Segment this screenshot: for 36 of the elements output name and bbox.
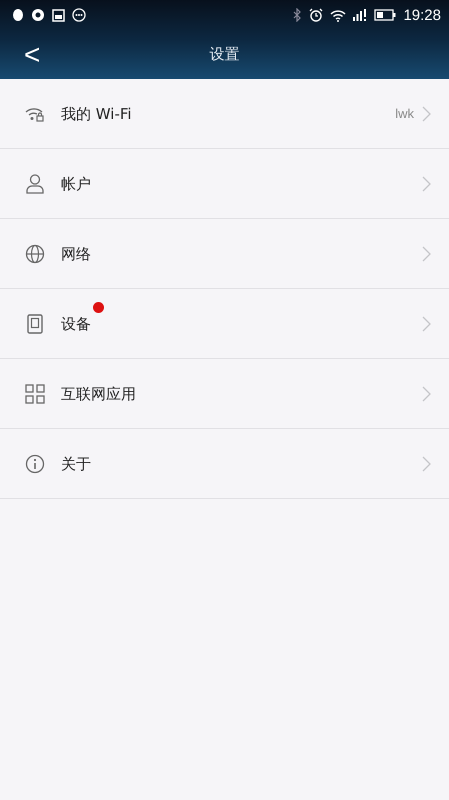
device-icon xyxy=(25,314,45,334)
status-time: 19:28 xyxy=(403,6,441,24)
chevron-icon xyxy=(422,386,431,402)
globe-icon xyxy=(25,244,45,264)
item-label: 互联网应用 xyxy=(61,384,136,402)
chevron-icon xyxy=(422,246,431,262)
page-title: 设置 xyxy=(210,45,240,64)
settings-item[interactable]: 帐户 xyxy=(0,149,449,219)
item-label: 我的 Wi-Fi xyxy=(61,104,132,122)
grid-icon xyxy=(25,384,45,404)
info-icon xyxy=(25,454,45,474)
image-icon xyxy=(52,8,65,22)
chevron-icon xyxy=(422,176,431,192)
item-label: 关于 xyxy=(61,454,91,472)
person-icon xyxy=(25,174,45,194)
settings-item[interactable]: 互联网应用 xyxy=(0,359,449,429)
battery-icon xyxy=(374,9,396,21)
chevron-icon xyxy=(422,106,431,122)
item-value: lwk xyxy=(395,106,414,121)
settings-item[interactable]: 设备 xyxy=(0,289,449,359)
bluetooth-icon xyxy=(293,8,302,22)
settings-item[interactable]: 我的 Wi-Fi lwk xyxy=(0,79,449,149)
item-label: 网络 xyxy=(61,244,91,262)
chevron-icon xyxy=(422,456,431,472)
back-button[interactable]: < xyxy=(18,36,46,74)
more-icon xyxy=(72,8,86,22)
settings-item[interactable]: 关于 xyxy=(0,429,449,499)
chevron-icon xyxy=(422,316,431,332)
alarm-icon xyxy=(309,8,324,22)
eye-icon xyxy=(31,8,45,22)
settings-item[interactable]: 网络 xyxy=(0,219,449,289)
wifi-signal-icon xyxy=(330,8,346,22)
item-label: 帐户 xyxy=(61,174,91,192)
wifi-lock-icon xyxy=(25,106,45,122)
item-label: 设备 xyxy=(61,314,91,332)
cell-signal-icon xyxy=(353,9,368,21)
